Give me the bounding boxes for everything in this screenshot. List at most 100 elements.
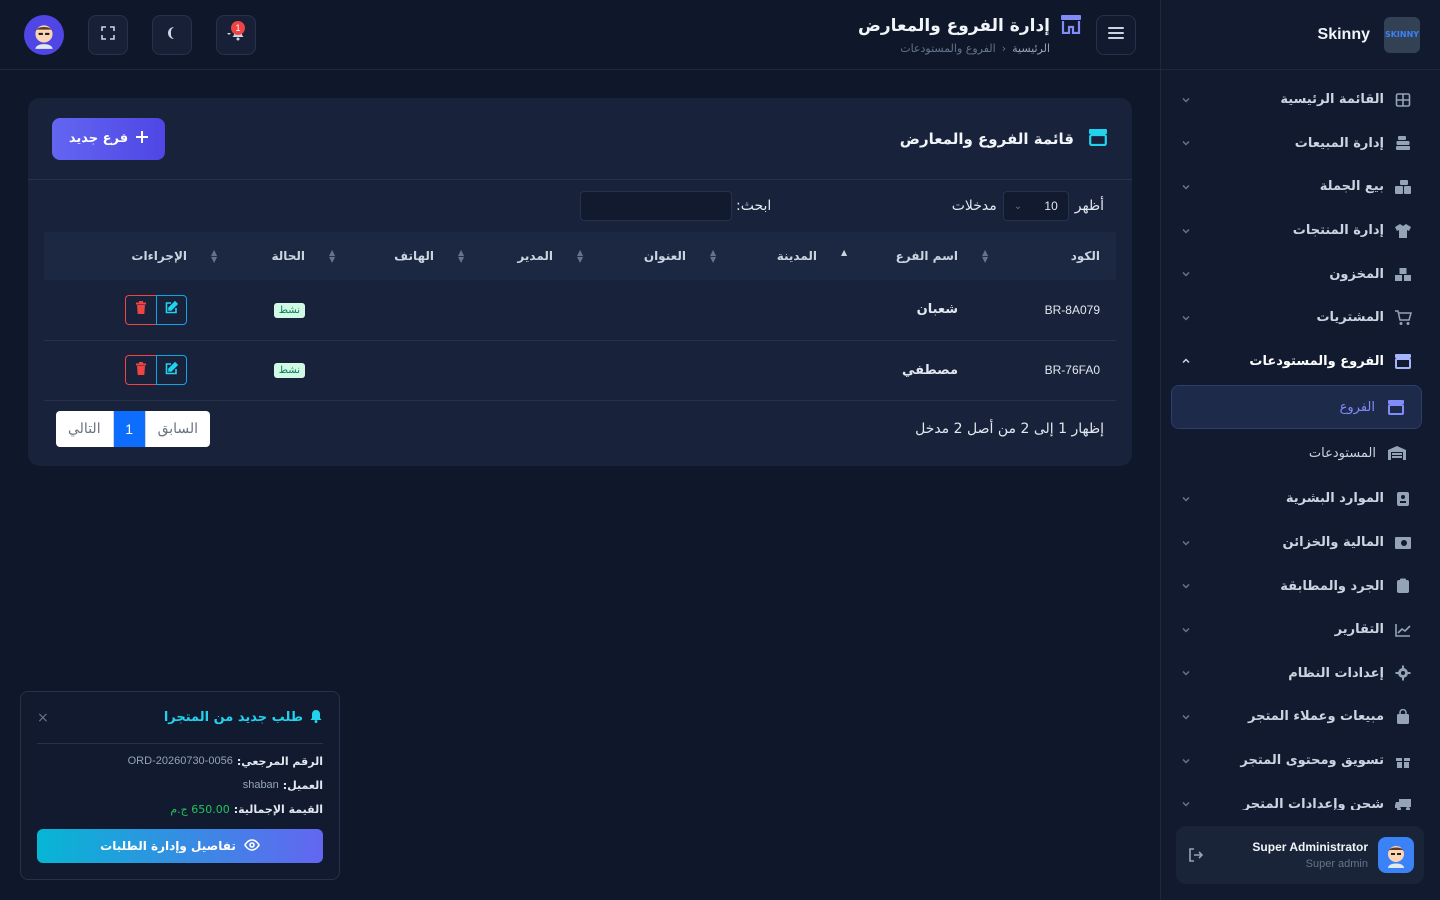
- table-row: BR-8A079 شعبان نشط: [44, 280, 1116, 340]
- sidebar-item-label: المشتريات: [1316, 310, 1384, 326]
- truck-icon: [1394, 795, 1412, 810]
- cell-code: BR-76FA0: [1044, 363, 1100, 377]
- moon-icon: [165, 25, 179, 44]
- pagination-prev[interactable]: السابق: [144, 410, 210, 447]
- cell-phone: [321, 280, 450, 340]
- cell-address: [569, 340, 702, 400]
- close-icon[interactable]: ×: [37, 710, 49, 726]
- col-status[interactable]: الحالة ▲ ▼: [203, 232, 321, 280]
- sidebar-item-main-menu[interactable]: القائمة الرئيسية: [1161, 78, 1440, 122]
- entries-select[interactable]: 10 ⌄: [1002, 191, 1069, 221]
- sidebar-item-reports[interactable]: التقارير: [1161, 608, 1440, 652]
- chevron-down-icon: [1179, 492, 1193, 506]
- pagination-page-1[interactable]: 1: [112, 410, 145, 447]
- col-branch-name[interactable]: اسم الفرع▲▼: [833, 232, 974, 280]
- col-phone[interactable]: الهاتف ▲ ▼: [321, 232, 450, 280]
- avatar: [1378, 837, 1414, 873]
- sidebar-item-inventory[interactable]: المخزون: [1161, 252, 1440, 296]
- id-badge-icon: [1394, 490, 1412, 508]
- fullscreen-button[interactable]: [88, 14, 128, 55]
- edit-button[interactable]: [156, 355, 187, 385]
- chevron-down-icon: [1179, 267, 1193, 281]
- sidebar-item-purchases[interactable]: المشتريات: [1161, 296, 1440, 340]
- toast-ref: الرقم المرجعي: ORD-20260730-0056: [37, 755, 323, 768]
- order-details-button[interactable]: تفاصيل وإدارة الطلبات: [37, 829, 323, 863]
- sort-icon: ▲ ▼: [458, 248, 465, 264]
- bell-icon: [309, 708, 323, 727]
- sidebar-item-stocktake[interactable]: الجرد والمطابقة: [1161, 564, 1440, 608]
- table-info: إظهار 1 إلى 2 من أصل 2 مدخل: [915, 420, 1104, 437]
- sidebar-item-branches-warehouses[interactable]: الفروع والمستودعات: [1161, 340, 1440, 384]
- menu-toggle-button[interactable]: [1096, 14, 1136, 55]
- new-branch-button[interactable]: فرع جديد: [52, 117, 165, 160]
- customer-value: shaban: [242, 779, 279, 791]
- sidebar-subitem-warehouses[interactable]: المستودعات: [1171, 431, 1422, 475]
- sidebar-item-store-sales[interactable]: مبيعات وعملاء المتجر: [1161, 695, 1440, 739]
- notifications-button[interactable]: 1: [216, 14, 256, 55]
- pagination-next[interactable]: التالي: [56, 411, 113, 447]
- cell-name: شعبان: [916, 302, 958, 318]
- chevron-down-icon: [1179, 579, 1193, 593]
- sidebar-item-store-shipping[interactable]: شحن وإعدادات المتجر: [1161, 782, 1440, 810]
- sidebar-item-label: تسويق ومحتوى المتجر: [1240, 753, 1384, 769]
- hamburger-icon: [1108, 25, 1124, 44]
- chevron-down-icon: [1179, 623, 1193, 637]
- cell-actions: [44, 340, 203, 400]
- chevron-down-icon: [1179, 180, 1193, 194]
- gear-icon: [1394, 664, 1412, 682]
- sidebar-item-settings[interactable]: إعدادات النظام: [1161, 652, 1440, 696]
- trash-icon: [135, 361, 147, 379]
- sidebar-item-wholesale[interactable]: بيع الجملة: [1161, 165, 1440, 209]
- sidebar-item-label: الموارد البشرية: [1285, 491, 1384, 507]
- top-avatar[interactable]: [24, 14, 64, 55]
- sidebar-item-hr[interactable]: الموارد البشرية: [1161, 477, 1440, 521]
- sidebar-item-finance[interactable]: المالية والخزائن: [1161, 521, 1440, 565]
- sidebar-item-label: شحن وإعدادات المتجر: [1242, 796, 1384, 810]
- sidebar-item-store-marketing[interactable]: تسويق ومحتوى المتجر: [1161, 739, 1440, 783]
- clipboard-icon: [1394, 577, 1412, 595]
- delete-button[interactable]: [125, 294, 156, 325]
- chevron-down-icon: [1179, 666, 1193, 680]
- table-row: BR-76FA0 مصطفي نشط: [44, 340, 1116, 400]
- cell-actions: [44, 280, 203, 340]
- cell-status: نشط: [203, 340, 321, 400]
- breadcrumb: الرئيسية ‹ الفروع والمستودعات: [858, 42, 1050, 55]
- money-icon: [1394, 534, 1412, 552]
- sidebar-item-sales[interactable]: إدارة المبيعات: [1161, 122, 1440, 166]
- logout-icon[interactable]: [1186, 845, 1206, 865]
- sidebar-item-label: المالية والخزائن: [1282, 535, 1384, 551]
- sort-icon: ▲ ▼: [710, 248, 717, 264]
- breadcrumb-current: الفروع والمستودعات: [900, 42, 996, 55]
- sidebar-item-products[interactable]: إدارة المنتجات: [1161, 209, 1440, 253]
- chevron-down-icon: ⌄: [1013, 200, 1023, 212]
- cell-address: [569, 280, 702, 340]
- sidebar-subitem-branches[interactable]: الفروع: [1171, 385, 1422, 430]
- brand[interactable]: SKINNY Skinny: [1161, 0, 1440, 70]
- breadcrumb-home[interactable]: الرئيسية: [1012, 42, 1050, 55]
- user-card[interactable]: Super Administrator Super admin: [1176, 826, 1424, 884]
- edit-button[interactable]: [156, 294, 187, 325]
- entries-label: مدخلات: [951, 198, 997, 214]
- col-address[interactable]: العنوان ▲ ▼: [569, 232, 702, 280]
- toast-title: طلب جديد من المتجرا: [163, 710, 303, 725]
- gift-icon: [1394, 752, 1412, 770]
- col-manager[interactable]: المدير ▲ ▼: [450, 232, 569, 280]
- col-code[interactable]: الكود ▲ ▼: [974, 232, 1116, 280]
- cell-phone: [321, 340, 450, 400]
- theme-toggle-button[interactable]: [152, 14, 192, 55]
- col-city[interactable]: المدينة ▲ ▼: [702, 232, 833, 280]
- pagination: السابق 1 التالي: [56, 410, 211, 447]
- cell-manager: [450, 280, 569, 340]
- delete-button[interactable]: [125, 355, 156, 385]
- branches-card: قائمة الفروع والمعارض فرع جديد أظهر 10 ⌄…: [28, 98, 1132, 466]
- plus-icon: [136, 130, 149, 147]
- brand-logo: SKINNY: [1384, 16, 1420, 53]
- chevron-down-icon: [1179, 754, 1193, 768]
- chevron-down-icon: [1179, 311, 1193, 325]
- sort-icon: ▲ ▼: [577, 248, 584, 264]
- col-actions: الإجراءات: [131, 249, 187, 263]
- sidebar-item-label: الجرد والمطابقة: [1280, 578, 1384, 594]
- sidebar-item-label: التقارير: [1334, 622, 1384, 638]
- search-input[interactable]: [580, 191, 732, 221]
- cell-code: BR-8A079: [1044, 302, 1100, 317]
